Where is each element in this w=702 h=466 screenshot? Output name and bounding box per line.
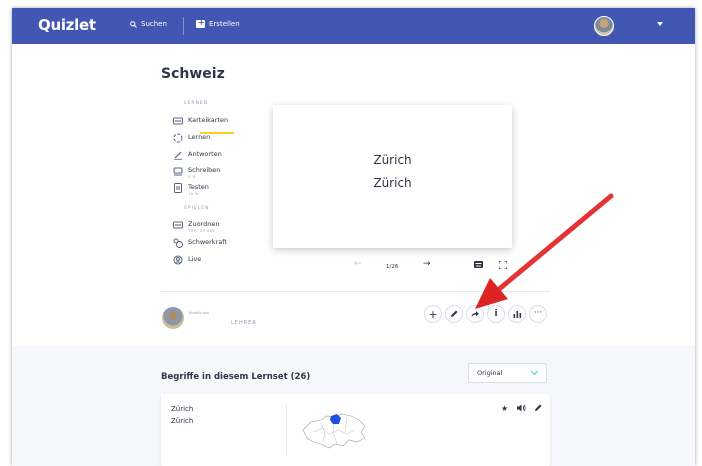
next-arrow-icon[interactable]: →	[423, 259, 431, 269]
search-icon	[130, 20, 137, 28]
top-navigation-bar: Quizlet Suchen Erstellen	[12, 8, 695, 44]
edit-button[interactable]	[445, 305, 463, 323]
plus-icon: +	[428, 307, 438, 321]
search-label: Suchen	[141, 20, 167, 28]
nav-divider	[183, 17, 184, 35]
previous-arrow-icon[interactable]: ←	[354, 259, 362, 269]
pencil-icon	[451, 310, 458, 317]
pencil-icon[interactable]	[534, 404, 542, 414]
sidebar-item-label: Schreiben	[188, 166, 221, 174]
sidebar-item-schwerkraft[interactable]: Schwerkraft	[173, 238, 227, 248]
section-label-learn: LERNEN	[184, 101, 209, 106]
term-row: Zürich Zürich ★	[161, 394, 550, 466]
sidebar-item-label: Zuordnen	[188, 220, 220, 228]
sidebar-item-label: Schwerkraft	[188, 238, 227, 246]
card-counter: 1/26	[386, 264, 399, 270]
sidebar-item-label: Lernen	[188, 133, 211, 141]
flashcard[interactable]: Zürich Zürich	[273, 105, 512, 248]
bar-chart-icon	[513, 311, 521, 318]
chevron-down-icon[interactable]	[657, 22, 663, 26]
term-text: Zürich	[171, 405, 194, 413]
creator-avatar[interactable]	[162, 307, 184, 329]
section-label-play: SPIELEN	[184, 206, 210, 211]
sort-dropdown[interactable]: Original	[468, 363, 547, 383]
star-icon[interactable]: ★	[501, 404, 508, 413]
sidebar-item-karteikarten[interactable]: Karteikarten	[173, 116, 228, 126]
progress-text: 70 %	[188, 192, 199, 196]
sidebar-item-label: Antworten	[188, 150, 222, 158]
divider	[161, 291, 550, 292]
flashcard-definition: Zürich	[373, 176, 412, 190]
sidebar-item-label: Testen	[188, 183, 209, 191]
page-title: Schweiz	[161, 66, 225, 82]
keyboard-icon[interactable]	[474, 261, 483, 270]
terms-heading: Begriffe in diesem Lernset (26)	[161, 372, 311, 382]
sidebar-item-schreiben[interactable]: Schreiben 0 %	[173, 166, 220, 179]
statistics-button[interactable]	[508, 305, 526, 323]
pen-icon	[173, 150, 183, 160]
create-button[interactable]: Erstellen	[196, 18, 240, 28]
learn-icon	[173, 133, 183, 143]
sort-selected-value: Original	[477, 369, 503, 377]
cards-icon	[173, 116, 183, 126]
fullscreen-icon[interactable]	[498, 260, 508, 271]
user-avatar[interactable]	[594, 16, 614, 36]
ellipsis-icon: ···	[533, 308, 543, 319]
creator-role-badge: LEHRER	[231, 320, 257, 326]
sidebar-item-testen[interactable]: Testen 70 %	[173, 183, 209, 196]
sidebar-item-antworten[interactable]: Antworten	[173, 150, 222, 160]
info-icon: i	[494, 309, 498, 319]
flashcard-term: Zürich	[373, 153, 412, 167]
match-icon	[173, 220, 183, 230]
test-icon	[173, 183, 183, 193]
created-by-label: Erstellt von	[189, 311, 209, 315]
add-to-folder-button[interactable]: +	[424, 305, 442, 323]
quizlet-window: Quizlet Suchen Erstellen Schweiz LERNEN …	[12, 8, 695, 466]
gravity-icon	[173, 238, 183, 248]
sidebar-item-label: Live	[188, 255, 202, 263]
share-icon	[471, 311, 479, 317]
sidebar-item-lernen[interactable]: Lernen	[173, 133, 210, 143]
share-button[interactable]	[466, 305, 484, 323]
sidebar-item-label: Karteikarten	[188, 116, 229, 124]
term-divider	[286, 404, 287, 454]
search-button[interactable]: Suchen	[130, 20, 167, 28]
create-label: Erstellen	[209, 20, 240, 28]
more-options-button[interactable]: ···	[529, 305, 547, 323]
create-icon	[196, 18, 205, 28]
live-icon	[173, 255, 183, 265]
switzerland-map-image	[302, 413, 366, 449]
best-time-text: TOP: 33 SEK	[188, 229, 216, 233]
quizlet-logo[interactable]: Quizlet	[38, 16, 96, 34]
chevron-down-icon	[530, 367, 539, 376]
progress-text: 0 %	[188, 175, 197, 179]
sidebar-item-zuordnen[interactable]: Zuordnen TOP: 33 SEK	[173, 220, 219, 233]
write-icon	[173, 166, 183, 176]
speaker-icon[interactable]	[517, 404, 526, 414]
term-definition: Zürich	[171, 417, 194, 425]
sidebar-item-live[interactable]: Live	[173, 255, 201, 265]
info-button[interactable]: i	[487, 305, 505, 323]
